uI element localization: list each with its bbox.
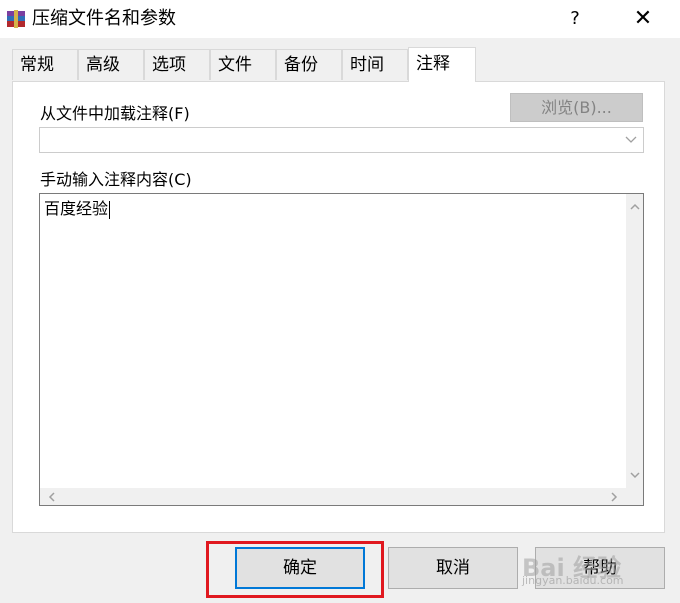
title-bar: 压缩文件名和参数 ? ✕ [0,0,680,38]
scroll-left-icon[interactable] [47,492,57,502]
tab-general[interactable]: 常规 [12,49,78,80]
scrollbar-corner [626,488,643,505]
tab-time[interactable]: 时间 [342,49,408,80]
scroll-up-icon[interactable] [630,202,640,212]
tab-advanced[interactable]: 高级 [78,49,144,80]
tab-files[interactable]: 文件 [210,49,276,80]
scroll-right-icon[interactable] [609,492,619,502]
scroll-down-icon[interactable] [630,470,640,480]
comment-textarea[interactable]: 百度经验 [39,193,644,506]
vertical-scrollbar[interactable] [626,194,643,488]
watermark-url: jingyan.baidu.com [522,574,624,587]
highlight-annotation-box [206,541,384,598]
window-title: 压缩文件名和参数 [32,8,176,29]
dialog-window: 压缩文件名和参数 ? ✕ 常规 高级 选项 文件 备份 时间 注释 从文件中加载… [0,0,680,603]
tab-comment[interactable]: 注释 [408,47,476,82]
tab-backup[interactable]: 备份 [276,49,342,80]
load-from-file-label: 从文件中加载注释(F) [40,104,190,123]
close-icon[interactable]: ✕ [620,0,666,38]
winrar-books-icon [7,10,25,28]
comment-text-line: 百度经验 [44,198,111,220]
tab-options[interactable]: 选项 [144,49,210,80]
text-caret [109,200,111,219]
title-help-button[interactable]: ? [552,0,598,38]
comment-file-combo[interactable] [39,127,644,153]
horizontal-scrollbar[interactable] [40,488,626,505]
chevron-down-icon[interactable] [625,133,637,145]
manual-input-label: 手动输入注释内容(C) [40,170,192,189]
cancel-button[interactable]: 取消 [388,547,518,589]
browse-button[interactable]: 浏览(B)... [510,93,643,122]
comment-text: 百度经验 [44,199,109,218]
